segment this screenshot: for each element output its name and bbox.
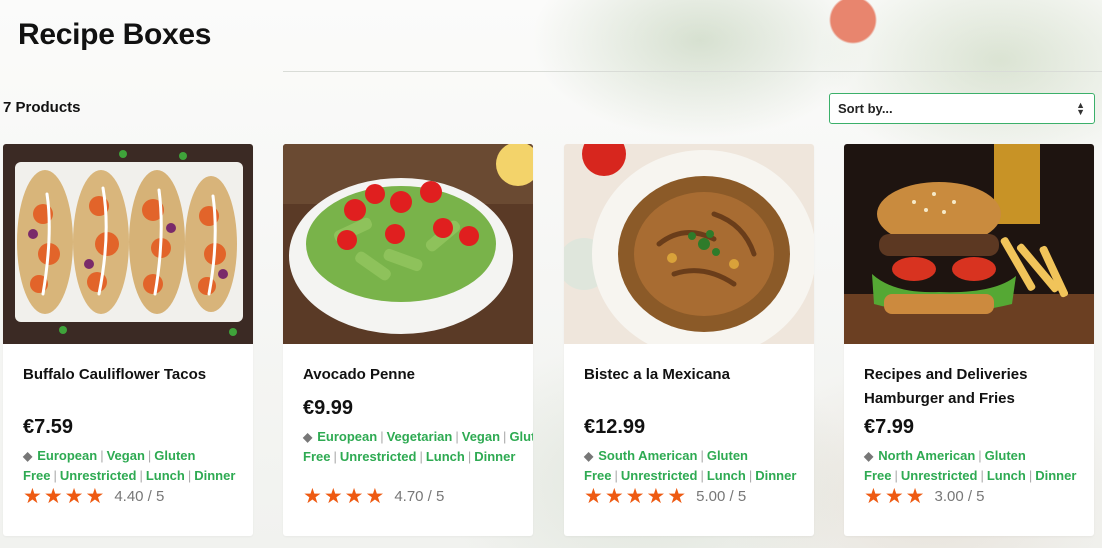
product-price: €7.59 <box>23 416 74 438</box>
tag-link[interactable]: Lunch <box>426 449 465 464</box>
product-rating: ★★★★★ 5.00 / 5 <box>584 484 746 509</box>
tag-link[interactable]: Dinner <box>755 468 796 483</box>
tag-separator: | <box>1028 468 1033 483</box>
tag-separator: | <box>700 448 704 463</box>
tacos-image[interactable] <box>3 144 253 344</box>
star-rating-icon: ★★★ <box>864 485 927 508</box>
tag-link[interactable]: Dinner <box>1035 468 1076 483</box>
product-rating: ★★★ 3.00 / 5 <box>864 484 985 509</box>
tag-separator: | <box>419 449 423 464</box>
tag-link[interactable]: Dinner <box>194 468 235 483</box>
product-card[interactable]: Buffalo Cauliflower Tacos €7.59 ◆ Europea… <box>3 144 253 536</box>
tag-link[interactable]: European <box>317 429 377 444</box>
rating-text: 3.00 / 5 <box>934 488 985 505</box>
tag-separator: | <box>333 449 337 464</box>
star-rating-icon: ★★★★★ <box>584 485 689 508</box>
tag-separator: | <box>614 468 618 483</box>
rating-text: 4.70 / 5 <box>394 488 445 505</box>
tag-link[interactable]: Unrestricted <box>901 468 978 483</box>
product-name[interactable]: Bistec a la Mexicana <box>584 363 799 387</box>
tag-separator: | <box>455 429 459 444</box>
tag-link[interactable]: Lunch <box>146 468 185 483</box>
tag-separator: | <box>980 468 984 483</box>
tag-separator: | <box>894 468 898 483</box>
tag-separator: | <box>187 468 192 483</box>
pasta-image[interactable] <box>283 144 533 344</box>
product-card[interactable]: Recipes and Deliveries Hamburger and Fri… <box>844 144 1094 536</box>
tag-link[interactable]: Unrestricted <box>340 449 417 464</box>
product-rating: ★★★★ 4.70 / 5 <box>303 484 444 509</box>
title-divider <box>283 71 1102 72</box>
burger-image[interactable] <box>844 144 1094 344</box>
tag-link[interactable]: Lunch <box>707 468 746 483</box>
product-tags: ◆ South American | Gluten Free | Unrestricted… <box>584 446 804 485</box>
product-count: 7 Products <box>3 99 81 116</box>
star-rating-icon: ★★★★ <box>303 485 387 508</box>
tag-icon: ◆ <box>584 449 594 463</box>
tag-link[interactable]: Vegan <box>107 448 145 463</box>
tag-separator: | <box>139 468 143 483</box>
product-price: €7.99 <box>864 416 915 438</box>
product-card[interactable]: Avocado Penne €9.99 ◆ European | Vegetarian… <box>283 144 533 536</box>
tag-link[interactable]: North American <box>878 448 975 463</box>
product-price: €9.99 <box>303 397 354 419</box>
product-card[interactable]: Bistec a la Mexicana €12.99 ◆ South Ameri… <box>564 144 814 536</box>
tag-link[interactable]: Dinner <box>474 449 515 464</box>
product-name[interactable]: Buffalo Cauliflower Tacos <box>23 363 238 387</box>
product-tags: ◆European|Vegetarian|Vegan|Gluten Free|U… <box>303 427 533 466</box>
tag-link[interactable]: Unrestricted <box>60 468 137 483</box>
rating-text: 5.00 / 5 <box>696 488 747 505</box>
tag-link[interactable]: Lunch <box>987 468 1026 483</box>
product-name[interactable]: Avocado Penne <box>303 363 518 387</box>
tag-separator: | <box>147 448 152 463</box>
tag-link[interactable]: South American <box>598 448 697 463</box>
tag-icon: ◆ <box>864 449 874 463</box>
tag-icon: ◆ <box>23 449 33 463</box>
sort-select-label: Sort by... <box>838 101 893 116</box>
tag-separator: | <box>100 448 104 463</box>
sort-select[interactable]: Sort by... ▲ ▼ <box>829 93 1095 124</box>
product-name[interactable]: Recipes and Deliveries Hamburger and Fri… <box>864 363 1079 411</box>
tag-separator: | <box>978 448 982 463</box>
star-rating-icon: ★★★★ <box>23 485 107 508</box>
tag-separator: | <box>467 449 472 464</box>
rating-text: 4.40 / 5 <box>114 488 165 505</box>
tag-link[interactable]: Vegan <box>462 429 500 444</box>
tag-link[interactable]: Unrestricted <box>621 468 698 483</box>
tag-separator: | <box>53 468 57 483</box>
tag-separator: | <box>503 429 507 444</box>
tag-separator: | <box>700 468 704 483</box>
tag-icon: ◆ <box>303 430 313 444</box>
tag-separator: | <box>380 429 384 444</box>
tag-link[interactable]: Vegetarian <box>387 429 453 444</box>
tag-link[interactable]: European <box>37 448 97 463</box>
product-price: €12.99 <box>584 416 646 438</box>
stew-image[interactable] <box>564 144 814 344</box>
product-rating: ★★★★ 4.40 / 5 <box>23 484 164 509</box>
sort-arrows-icon: ▲ ▼ <box>1076 99 1085 117</box>
product-tags: ◆ European | Vegan | Gluten Free | Unrestricted… <box>23 446 243 485</box>
tag-separator: | <box>748 468 753 483</box>
page-title: Recipe Boxes <box>18 18 212 51</box>
product-tags: ◆ North American | Gluten Free | Unrestricted… <box>864 446 1084 485</box>
